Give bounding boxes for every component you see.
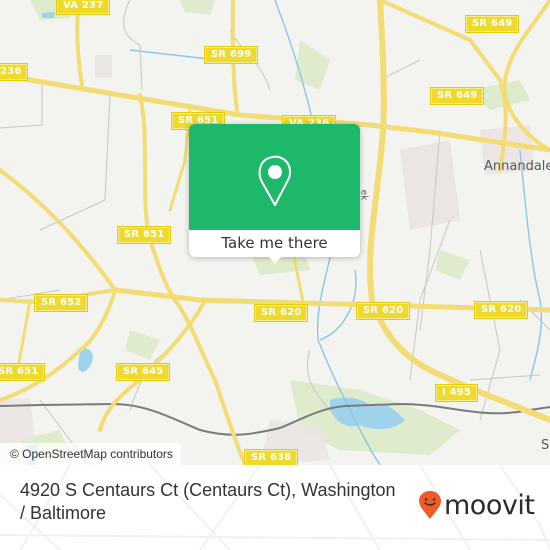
road-shield-sr-620-east: SR 620 [473, 301, 529, 319]
location-popup: Take me there [189, 124, 360, 264]
road-shield-sr-699: SR 699 [203, 46, 259, 64]
road-shield-i-495: I 495 [434, 384, 479, 402]
map-attribution[interactable]: © OpenStreetMap contributors [0, 443, 181, 465]
place-label-edge: S [541, 438, 550, 453]
popup-header [189, 124, 360, 230]
footer-bar: 4920 S Centaurs Ct (Centaurs Ct), Washin… [0, 465, 550, 550]
place-label-annandale: Annandale [484, 159, 550, 174]
road-shield-va-236-west: 236 [0, 63, 29, 81]
map-pin-icon [258, 155, 291, 206]
road-shield-sr-651-mid: SR 651 [116, 226, 172, 244]
road-shield-sr-638: SR 638 [243, 449, 299, 465]
map-view[interactable]: VA 237 SR 699 236 SR 651 VA 236 SR 649 S… [0, 0, 550, 465]
road-shield-sr-645: SR 645 [115, 363, 171, 381]
road-shield-sr-620-mid: SR 620 [355, 302, 411, 320]
take-me-there-button[interactable]: Take me there [189, 230, 360, 257]
road-shield-sr-649: SR 649 [429, 87, 485, 105]
moovit-logo[interactable]: moovit [418, 485, 535, 525]
road-shield-sr-651-south: SR 651 [0, 363, 46, 381]
address-text: 4920 S Centaurs Ct (Centaurs Ct), Washin… [20, 480, 396, 523]
road-shield-sr-620-west: SR 620 [253, 304, 309, 322]
road-shield-va-237: VA 237 [55, 0, 111, 15]
moovit-wordmark: moovit [444, 489, 535, 521]
road-shield-sr-652: SR 652 [33, 294, 89, 312]
moovit-pin-icon [419, 491, 441, 519]
road-shield-sr-649-north: SR 649 [464, 15, 520, 33]
popup-pointer [267, 255, 283, 264]
railway [0, 402, 550, 436]
